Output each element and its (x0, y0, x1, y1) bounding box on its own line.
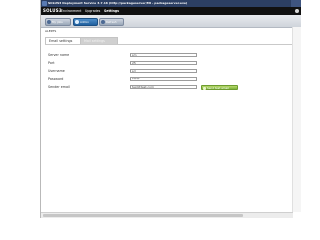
username-input[interactable] (130, 69, 197, 73)
mail-icon (203, 87, 206, 90)
port-input[interactable] (130, 61, 197, 65)
menu-environment[interactable]: Environment (61, 7, 81, 15)
title-bar: SOLUS3 Deployment Service 3.7.16 (http:/… (41, 0, 301, 7)
my-jobs-label: My jobs (52, 20, 63, 24)
password-label: Password (48, 77, 64, 81)
tab-divider (45, 44, 297, 45)
admin-icon (75, 20, 79, 24)
side-panel (292, 27, 301, 212)
server-name-input[interactable] (130, 53, 197, 57)
refresh-button[interactable]: Refresh (99, 18, 124, 26)
server-name-label: Server name (48, 53, 70, 57)
user-icon[interactable] (295, 9, 299, 13)
scrollbar-thumb[interactable] (43, 214, 243, 217)
send-test-email-label: Send test email (207, 86, 229, 90)
window-title: SOLUS3 Deployment Service 3.7.16 (http:/… (48, 1, 188, 5)
refresh-label: Refresh (106, 20, 117, 24)
admin-label: Admin (80, 20, 89, 24)
breadcrumb: ALERTS (45, 29, 57, 33)
app-icon (42, 1, 47, 6)
jobs-icon (47, 20, 51, 24)
app-window: SOLUS3 Deployment Service 3.7.16 (http:/… (40, 0, 301, 218)
window-controls[interactable] (291, 0, 301, 7)
admin-button[interactable]: Admin (73, 18, 98, 26)
brand-logo: SOLUS3 (43, 8, 62, 13)
password-input[interactable] (130, 77, 197, 81)
sender-email-input[interactable] (130, 85, 197, 89)
toolbar: My jobs Admin Refresh (41, 15, 301, 28)
sender-email-label: Sender email (48, 85, 70, 89)
menu-upgrades[interactable]: Upgrades (85, 7, 100, 15)
refresh-icon (101, 20, 105, 24)
my-jobs-button[interactable]: My jobs (45, 18, 71, 26)
menu-settings[interactable]: Settings (104, 7, 119, 15)
port-label: Port (48, 61, 55, 65)
username-label: Username (48, 69, 65, 73)
send-test-email-button[interactable]: Send test email (201, 85, 238, 90)
horizontal-scrollbar[interactable] (41, 212, 293, 218)
menu-bar: SOLUS3 Environment Upgrades Settings (41, 7, 301, 15)
